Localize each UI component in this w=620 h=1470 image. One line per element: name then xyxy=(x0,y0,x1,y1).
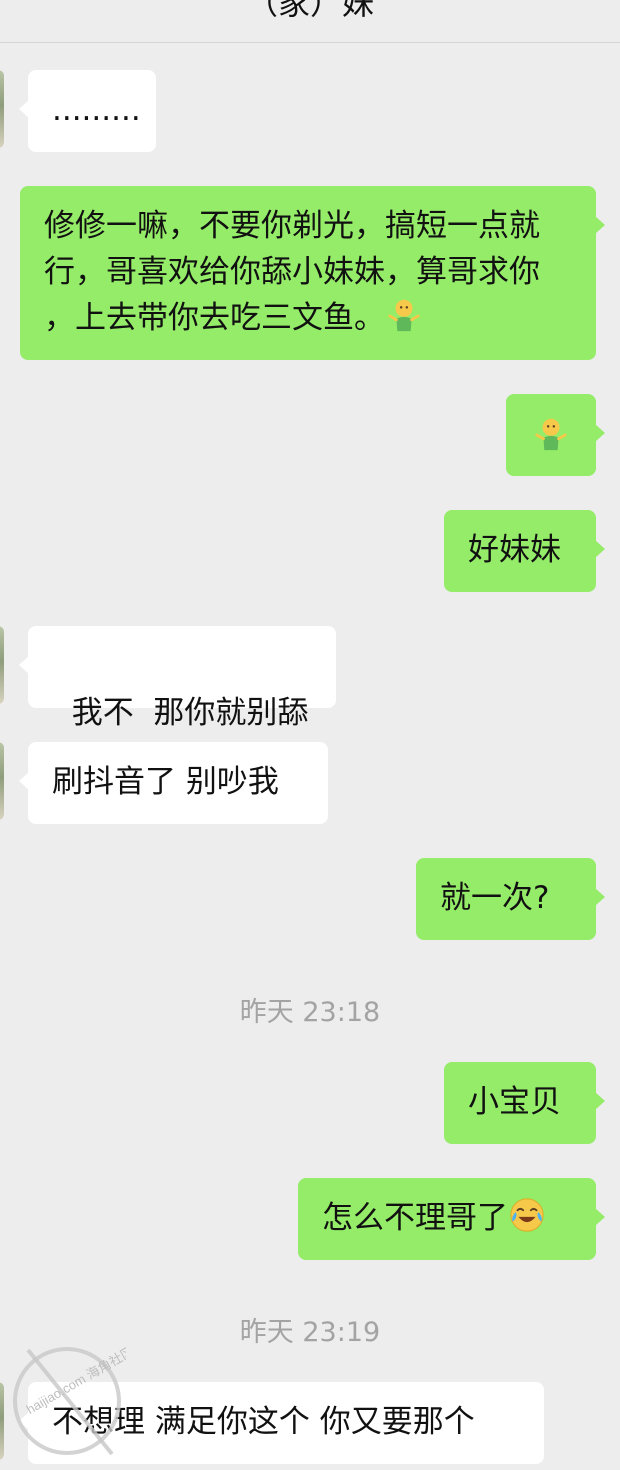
message-bubble-outgoing[interactable]: 小宝贝 xyxy=(444,1062,605,1144)
message-text: 修修一嘛，不要你剃光，搞短一点就行，哥喜欢给你舔小妹妹，算哥求你 ，上去带你去吃… xyxy=(44,208,540,336)
message-bubble-outgoing[interactable] xyxy=(506,394,605,476)
shrugging-figure-emoji xyxy=(388,299,420,332)
shrugging-figure-emoji xyxy=(535,418,567,451)
contact-avatar[interactable] xyxy=(0,742,4,820)
chat-header: （家）妹 xyxy=(0,0,620,43)
contact-avatar[interactable] xyxy=(0,1382,4,1460)
message-bubble-outgoing[interactable]: 好妹妹 xyxy=(444,510,605,592)
contact-avatar[interactable] xyxy=(0,70,4,148)
laughing-crying-emoji xyxy=(510,1198,544,1232)
timestamp: 昨天 23:18 xyxy=(239,997,381,1028)
timestamp: 昨天 23:19 xyxy=(239,1317,381,1348)
message-bubble-incoming[interactable]: 我不 那你就别舔 xyxy=(19,626,336,731)
message-bubble-outgoing[interactable]: 就一次? xyxy=(416,858,605,940)
message-bubble-outgoing[interactable]: 怎么不理哥了 xyxy=(298,1178,605,1260)
message-text: 好妹妹 xyxy=(468,532,561,568)
message-text: 我不 那你就别舔 xyxy=(71,695,309,731)
contact-avatar[interactable] xyxy=(0,626,4,704)
message-text: ......... xyxy=(52,92,141,128)
message-bubble-incoming[interactable]: 不想理 满足你这个 你又要那个 xyxy=(19,1382,544,1464)
message-bubble-incoming[interactable]: 刷抖音了 别吵我 xyxy=(19,742,328,824)
message-text: 不想理 满足你这个 你又要那个 xyxy=(52,1404,475,1440)
message-text: 刷抖音了 别吵我 xyxy=(52,764,279,800)
message-text: 小宝贝 xyxy=(468,1084,561,1120)
message-text: 就一次? xyxy=(440,880,550,916)
message-text: 怎么不理哥了 xyxy=(322,1200,508,1236)
chat-title: （家）妹 xyxy=(245,0,374,22)
message-bubble-outgoing[interactable]: 修修一嘛，不要你剃光，搞短一点就行，哥喜欢给你舔小妹妹，算哥求你 ，上去带你去吃… xyxy=(20,186,605,360)
message-bubble-incoming[interactable]: ......... xyxy=(19,70,156,152)
